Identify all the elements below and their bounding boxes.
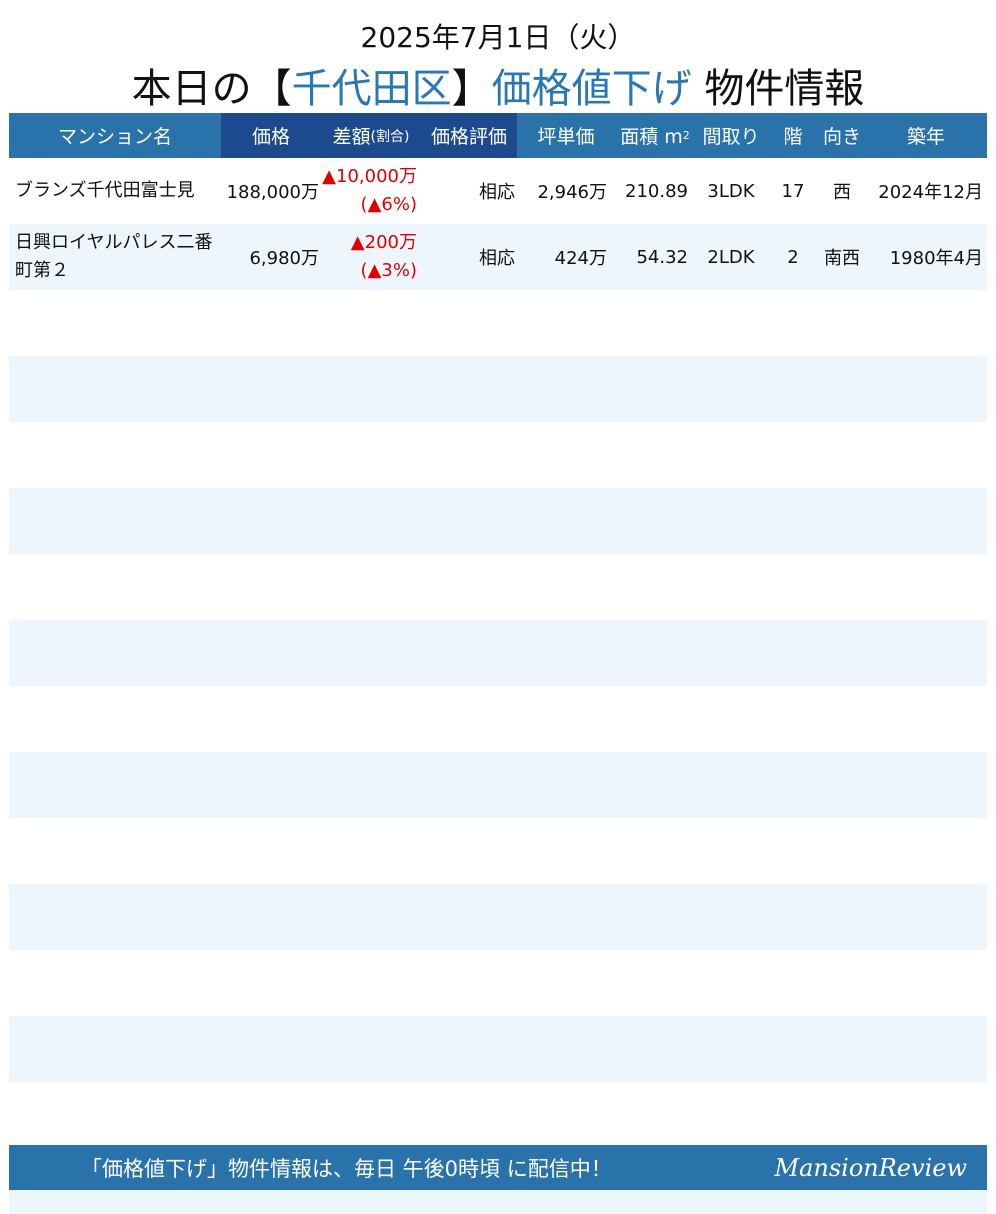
price-value: 188,000万 xyxy=(226,182,319,203)
price-diff: ▲10,000万 (▲6%) xyxy=(321,158,417,224)
empty-table-row xyxy=(9,488,987,554)
empty-rows xyxy=(9,290,987,1214)
property-table: ブランズ千代田富士見 188,000万 ▲10,000万 (▲6%) 相応 2,… xyxy=(9,158,987,1214)
title-suffix: 物件情報 xyxy=(691,66,865,112)
column-header-floor: 階 xyxy=(783,126,803,148)
mansion-review-logo: MansionReview xyxy=(774,1153,968,1182)
empty-table-row xyxy=(9,620,987,686)
area-name: 千代田区 xyxy=(291,66,452,112)
empty-table-row xyxy=(9,950,987,1016)
empty-table-row xyxy=(9,422,987,488)
empty-table-row xyxy=(9,1082,987,1148)
column-header-diff: 差額 (割合) xyxy=(321,113,421,158)
floor-area: 210.89 xyxy=(625,180,688,202)
price-diff: ▲200万 (▲3%) xyxy=(321,224,417,290)
tsubo-price: 424万 xyxy=(554,248,607,269)
empty-table-row xyxy=(9,356,987,422)
facing-direction: 西 xyxy=(833,182,851,203)
diff-label: 差額 xyxy=(332,126,371,148)
floor-area: 54.32 xyxy=(636,246,688,268)
empty-table-row xyxy=(9,1016,987,1082)
footer-banner: 「価格値下げ」物件情報は、毎日 午後0時頃 に配信中！ MansionRevie… xyxy=(9,1145,987,1190)
price-rating: 相応 xyxy=(479,248,515,269)
price-rating: 相応 xyxy=(479,182,515,203)
diff-amount: ▲10,000万 xyxy=(322,166,417,187)
table-row[interactable]: 日興ロイヤルパレス二番町第２ 6,980万 ▲200万 (▲3%) 相応 424… xyxy=(9,224,987,290)
column-header-layout: 間取り xyxy=(702,126,760,148)
property-name[interactable]: ブランズ千代田富士見 xyxy=(15,158,220,224)
empty-table-row xyxy=(9,818,987,884)
facing-direction: 南西 xyxy=(824,248,860,269)
column-header-rating: 価格評価 xyxy=(430,126,507,148)
floor-number: 2 xyxy=(787,246,799,268)
property-name[interactable]: 日興ロイヤルパレス二番町第２ xyxy=(15,224,220,290)
empty-table-row xyxy=(9,554,987,620)
table-header: マンション名 価格 差額 (割合) 価格評価 坪単価 面積 m2 間取り 階 向き… xyxy=(9,113,987,158)
built-date: 1980年4月 xyxy=(889,248,983,269)
diff-ratio-label: (割合) xyxy=(370,128,410,145)
date-label: 2025年7月1日（火） xyxy=(360,21,636,54)
column-header-built: 築年 xyxy=(906,126,945,148)
column-header-area: 面積 m2 xyxy=(615,113,695,158)
title-prefix: 本日の【 xyxy=(131,66,292,112)
page-title: 本日の【千代田区】価格値下げ 物件情報 xyxy=(0,56,996,114)
title-bracket-close: 】 xyxy=(451,66,492,112)
empty-table-row xyxy=(9,752,987,818)
room-layout: 3LDK xyxy=(707,180,755,202)
diff-ratio: (▲6%) xyxy=(360,194,417,215)
title-keyword: 価格値下げ xyxy=(491,66,692,112)
footer-message: 「価格値下げ」物件情報は、毎日 午後0時頃 に配信中！ xyxy=(81,1156,612,1181)
column-header-tsubo: 坪単価 xyxy=(537,126,595,148)
built-date: 2024年12月 xyxy=(878,182,983,203)
area-label: 面積 m xyxy=(620,126,683,148)
empty-table-row xyxy=(9,884,987,950)
floor-number: 17 xyxy=(781,180,805,202)
column-header-price: 価格 xyxy=(251,126,290,148)
empty-table-row xyxy=(9,290,987,356)
room-layout: 2LDK xyxy=(707,246,755,268)
column-header-name: マンション名 xyxy=(57,126,172,148)
table-row[interactable]: ブランズ千代田富士見 188,000万 ▲10,000万 (▲6%) 相応 2,… xyxy=(9,158,987,224)
area-unit-sup: 2 xyxy=(682,129,690,142)
tsubo-price: 2,946万 xyxy=(537,182,607,203)
diff-amount: ▲200万 xyxy=(350,232,417,253)
diff-ratio: (▲3%) xyxy=(360,260,417,281)
empty-table-row xyxy=(9,686,987,752)
price-value: 6,980万 xyxy=(249,248,319,269)
column-header-direction: 向き xyxy=(822,126,861,148)
